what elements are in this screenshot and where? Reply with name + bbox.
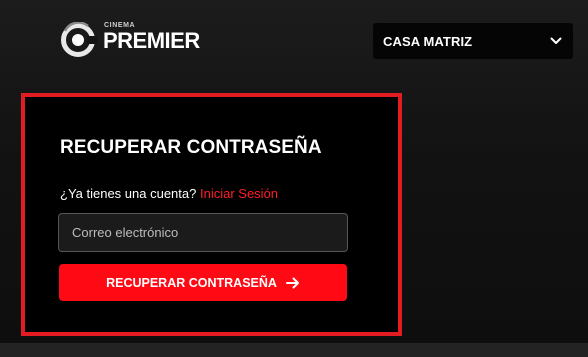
recover-password-button[interactable]: RECUPERAR CONTRASEÑA [59,264,347,301]
chevron-down-icon [550,37,562,44]
branch-select[interactable]: CASA MATRIZ [373,23,573,59]
login-link[interactable]: Iniciar Sesión [200,186,278,201]
arrow-right-icon [285,277,299,288]
email-input[interactable] [58,213,348,252]
account-question-text: ¿Ya tienes una cuenta? [60,186,197,201]
recover-password-card: RECUPERAR CONTRASEÑA ¿Ya tienes una cuen… [21,93,402,336]
logo-brand-text: PREMIER [103,28,200,53]
premier-logo-icon [61,22,97,57]
page-footer-strip [0,343,588,357]
recover-password-button-label: RECUPERAR CONTRASEÑA [106,275,277,290]
recover-password-title: RECUPERAR CONTRASEÑA [60,137,322,158]
cinema-premier-logo[interactable]: CINEMA PREMIER [60,20,206,58]
branch-select-value: CASA MATRIZ [383,33,473,49]
account-question-line: ¿Ya tienes una cuenta? Iniciar Sesión [60,186,278,201]
